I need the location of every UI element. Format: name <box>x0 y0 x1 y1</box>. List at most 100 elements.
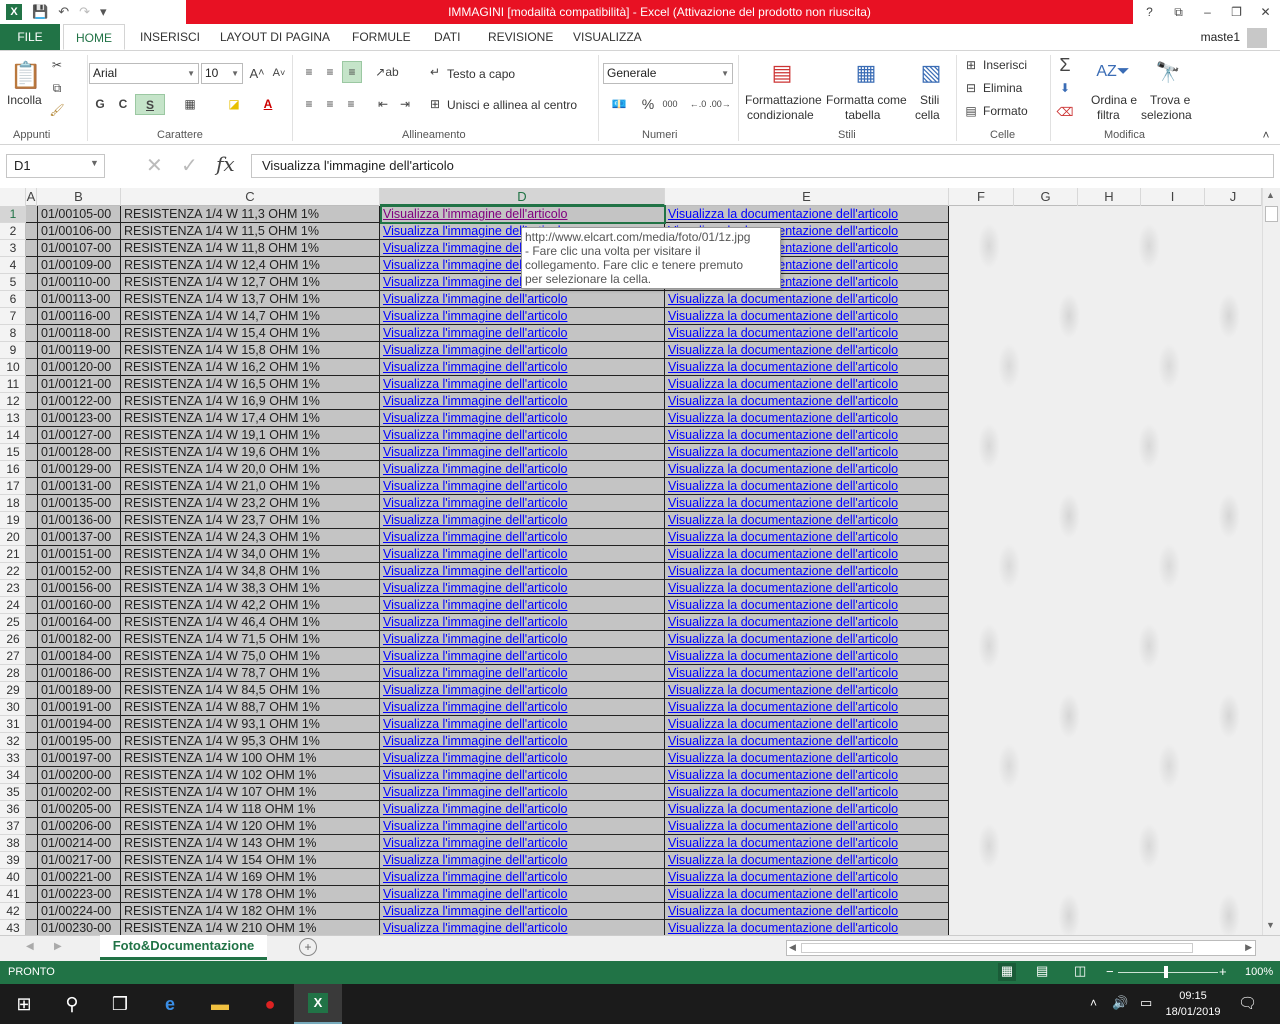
underline-button[interactable]: S <box>135 94 165 115</box>
row-header[interactable]: 22 <box>0 563 26 580</box>
user-name[interactable]: maste1 <box>1201 24 1240 50</box>
cell-description[interactable]: RESISTENZA 1/4 W 143 OHM 1% <box>121 835 380 852</box>
notifications-icon[interactable]: 🗨 <box>1238 994 1257 1012</box>
column-header-j[interactable]: J <box>1205 188 1262 206</box>
tab-page-layout[interactable]: LAYOUT DI PAGINA <box>220 24 330 50</box>
increase-indent-icon[interactable]: ⇥ <box>396 95 414 113</box>
align-center-icon[interactable]: ≡ <box>321 95 339 113</box>
documentation-link[interactable]: Visualizza la documentazione dell'artico… <box>665 359 949 376</box>
save-icon[interactable]: 💾 <box>32 4 48 20</box>
find-select-icon[interactable]: 🔭 <box>1153 57 1183 87</box>
cell-description[interactable]: RESISTENZA 1/4 W 11,3 OHM 1% <box>121 206 380 223</box>
documentation-link[interactable]: Visualizza la documentazione dell'artico… <box>665 801 949 818</box>
row-header[interactable]: 28 <box>0 665 26 682</box>
cell-code[interactable]: 01/00136-00 <box>37 512 121 529</box>
cell-code[interactable]: 01/00107-00 <box>37 240 121 257</box>
format-painter-icon[interactable]: 🖌 <box>48 101 66 119</box>
zoom-slider[interactable] <box>1118 972 1218 973</box>
image-link[interactable]: Visualizza l'immagine dell'articolo <box>380 444 665 461</box>
row-header[interactable]: 9 <box>0 342 26 359</box>
documentation-link[interactable]: Visualizza la documentazione dell'artico… <box>665 852 949 869</box>
orientation-icon[interactable]: ↗ab <box>374 63 400 81</box>
cell-code[interactable]: 01/00182-00 <box>37 631 121 648</box>
cell-description[interactable]: RESISTENZA 1/4 W 23,2 OHM 1% <box>121 495 380 512</box>
row-header[interactable]: 25 <box>0 614 26 631</box>
cell-code[interactable]: 01/00109-00 <box>37 257 121 274</box>
cell-code[interactable]: 01/00202-00 <box>37 784 121 801</box>
column-header-b[interactable]: B <box>37 188 121 206</box>
cell-code[interactable]: 01/00186-00 <box>37 665 121 682</box>
cell-code[interactable]: 01/00118-00 <box>37 325 121 342</box>
cell-description[interactable]: RESISTENZA 1/4 W 20,0 OHM 1% <box>121 461 380 478</box>
delete-cells-button[interactable]: Elimina <box>983 81 1022 95</box>
cell-description[interactable]: RESISTENZA 1/4 W 182 OHM 1% <box>121 903 380 920</box>
row-header[interactable]: 7 <box>0 308 26 325</box>
cell-description[interactable]: RESISTENZA 1/4 W 100 OHM 1% <box>121 750 380 767</box>
column-header-e[interactable]: E <box>665 188 949 206</box>
cell-code[interactable]: 01/00223-00 <box>37 886 121 903</box>
documentation-link[interactable]: Visualizza la documentazione dell'artico… <box>665 920 949 935</box>
image-link[interactable]: Visualizza l'immagine dell'articolo <box>380 206 665 223</box>
cell-description[interactable]: RESISTENZA 1/4 W 118 OHM 1% <box>121 801 380 818</box>
cell-code[interactable]: 01/00106-00 <box>37 223 121 240</box>
documentation-link[interactable]: Visualizza la documentazione dell'artico… <box>665 597 949 614</box>
cell-description[interactable]: RESISTENZA 1/4 W 88,7 OHM 1% <box>121 699 380 716</box>
documentation-link[interactable]: Visualizza la documentazione dell'artico… <box>665 291 949 308</box>
image-link[interactable]: Visualizza l'immagine dell'articolo <box>380 393 665 410</box>
row-header[interactable]: 8 <box>0 325 26 342</box>
documentation-link[interactable]: Visualizza la documentazione dell'artico… <box>665 631 949 648</box>
cell-styles-label-2[interactable]: cella <box>915 108 940 122</box>
tray-chevron-icon[interactable]: ˄ <box>1090 996 1097 1010</box>
cell-code[interactable]: 01/00230-00 <box>37 920 121 935</box>
row-header[interactable]: 29 <box>0 682 26 699</box>
cell-description[interactable]: RESISTENZA 1/4 W 16,2 OHM 1% <box>121 359 380 376</box>
undo-icon[interactable]: ↶ <box>58 4 69 20</box>
row-header[interactable]: 37 <box>0 818 26 835</box>
cell-code[interactable]: 01/00224-00 <box>37 903 121 920</box>
thousands-button[interactable]: 000 <box>660 95 680 113</box>
merge-center-button[interactable]: Unisci e allinea al centro <box>447 98 577 112</box>
image-link[interactable]: Visualizza l'immagine dell'articolo <box>380 478 665 495</box>
hscroll-thumb[interactable] <box>801 943 1193 953</box>
cell-description[interactable]: RESISTENZA 1/4 W 38,3 OHM 1% <box>121 580 380 597</box>
image-link[interactable]: Visualizza l'immagine dell'articolo <box>380 495 665 512</box>
row-header[interactable]: 18 <box>0 495 26 512</box>
column-header-i[interactable]: I <box>1141 188 1205 206</box>
documentation-link[interactable]: Visualizza la documentazione dell'artico… <box>665 495 949 512</box>
cell-description[interactable]: RESISTENZA 1/4 W 34,8 OHM 1% <box>121 563 380 580</box>
cell-description[interactable]: RESISTENZA 1/4 W 19,1 OHM 1% <box>121 427 380 444</box>
row-header[interactable]: 16 <box>0 461 26 478</box>
image-link[interactable]: Visualizza l'immagine dell'articolo <box>380 733 665 750</box>
font-size-combo[interactable]: 10 ▼ <box>201 63 243 84</box>
column-header-f[interactable]: F <box>949 188 1014 206</box>
cell-description[interactable]: RESISTENZA 1/4 W 169 OHM 1% <box>121 869 380 886</box>
italic-button[interactable]: C <box>115 95 131 113</box>
row-header[interactable]: 21 <box>0 546 26 563</box>
format-table-label-2[interactable]: tabella <box>845 108 880 122</box>
image-link[interactable]: Visualizza l'immagine dell'articolo <box>380 342 665 359</box>
image-link[interactable]: Visualizza l'immagine dell'articolo <box>380 580 665 597</box>
fill-color-icon[interactable]: ◪ <box>222 95 246 113</box>
row-header[interactable]: 36 <box>0 801 26 818</box>
excel-taskbar-icon[interactable]: X <box>294 984 342 1024</box>
image-link[interactable]: Visualizza l'immagine dell'articolo <box>380 563 665 580</box>
cell-description[interactable]: RESISTENZA 1/4 W 210 OHM 1% <box>121 920 380 935</box>
redo-icon[interactable]: ↷ <box>79 4 90 20</box>
documentation-link[interactable]: Visualizza la documentazione dell'artico… <box>665 325 949 342</box>
cell-description[interactable]: RESISTENZA 1/4 W 23,7 OHM 1% <box>121 512 380 529</box>
row-header[interactable]: 12 <box>0 393 26 410</box>
cancel-icon[interactable]: ✕ <box>146 153 163 178</box>
documentation-link[interactable]: Visualizza la documentazione dell'artico… <box>665 716 949 733</box>
cell-code[interactable]: 01/00127-00 <box>37 427 121 444</box>
help-icon[interactable]: ? <box>1135 0 1164 24</box>
documentation-link[interactable]: Visualizza la documentazione dell'artico… <box>665 529 949 546</box>
row-header[interactable]: 1 <box>0 206 26 223</box>
cell-code[interactable]: 01/00135-00 <box>37 495 121 512</box>
row-header[interactable]: 39 <box>0 852 26 869</box>
shrink-font-icon[interactable]: A ˅ <box>270 64 288 82</box>
next-sheet-icon[interactable]: ▶ <box>54 941 62 952</box>
documentation-link[interactable]: Visualizza la documentazione dell'artico… <box>665 648 949 665</box>
row-header[interactable]: 3 <box>0 240 26 257</box>
strawberry-app-icon[interactable]: ● <box>246 984 294 1024</box>
image-link[interactable]: Visualizza l'immagine dell'articolo <box>380 648 665 665</box>
